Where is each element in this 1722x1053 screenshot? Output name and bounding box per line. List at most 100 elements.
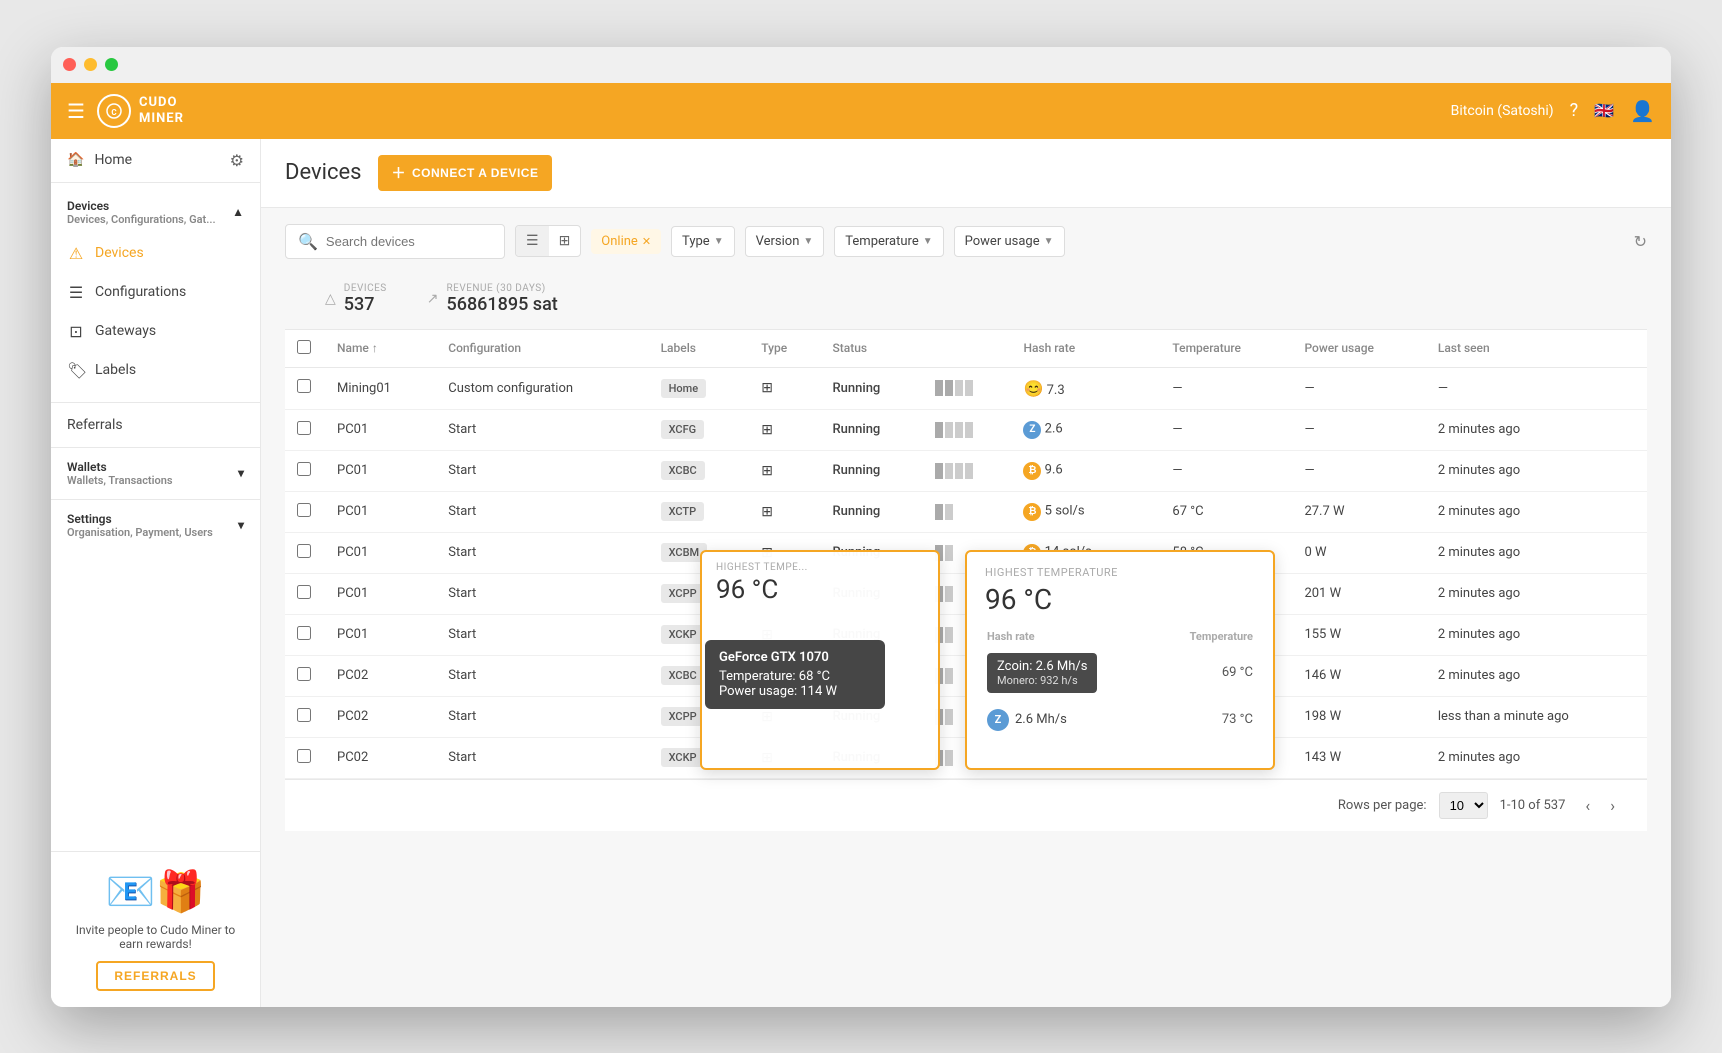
title-bar (51, 47, 1671, 83)
device-name: PC01 (325, 450, 436, 491)
hashrate-header[interactable]: Hash rate (1011, 330, 1160, 368)
power-filter-arrow: ▼ (1044, 236, 1054, 247)
temperature-filter[interactable]: Temperature ▼ (834, 226, 943, 257)
os-icon: ⊞ (761, 380, 773, 396)
hash-col-header: Hash rate (987, 630, 1155, 647)
logo-icon: C (97, 94, 131, 128)
device-power: — (1292, 450, 1425, 491)
table-row: PC01 Start XCBC ⊞ Running ₿ 9.6 — — 2 (285, 450, 1647, 491)
device-config: Start (436, 491, 648, 532)
row-checkbox[interactable] (297, 462, 311, 476)
hot-box-right: HIGHEST TEMPERATURE 96 °C Hash rate Temp… (965, 550, 1275, 770)
device-hashrate: ₿ 9.6 (1011, 450, 1160, 491)
power-header[interactable]: Power usage (1292, 330, 1425, 368)
device-lastseen: 2 minutes ago (1426, 450, 1647, 491)
devices-stat: △ DEVICES 537 (325, 283, 387, 315)
devices-stat-label: DEVICES (344, 283, 387, 294)
table-row: Mining01 Custom configuration Home ⊞ Run… (285, 367, 1647, 409)
row-checkbox[interactable] (297, 421, 311, 435)
sidebar-item-gateways[interactable]: ⊡ Gateways (51, 312, 260, 351)
type-filter[interactable]: Type ▼ (671, 226, 735, 257)
temperature-header[interactable]: Temperature (1160, 330, 1292, 368)
settings-icon[interactable]: ⚙ (230, 151, 244, 170)
user-icon[interactable]: 👤 (1630, 99, 1655, 123)
close-btn[interactable] (63, 58, 76, 71)
settings-header[interactable]: Settings Organisation, Payment, Users ▾ (51, 504, 260, 547)
device-config: Start (436, 614, 648, 655)
labels-icon: 🏷 (67, 361, 85, 380)
logo-text: CUDOMINER (139, 95, 184, 126)
row-checkbox[interactable] (297, 379, 311, 393)
divider1 (51, 402, 260, 403)
labels-header[interactable]: Labels (649, 330, 750, 368)
row-checkbox[interactable] (297, 708, 311, 722)
connect-device-button[interactable]: ＋ CONNECT A DEVICE (378, 155, 553, 191)
device-config: Start (436, 532, 648, 573)
next-page-button[interactable]: › (1602, 792, 1623, 819)
hamburger-icon[interactable]: ☰ (67, 99, 85, 123)
search-input[interactable] (326, 234, 492, 249)
os-icon: ⊞ (761, 504, 773, 520)
temp-col-header: Temperature (1157, 630, 1253, 647)
table-header-row: Name ↑ Configuration Labels Type Status … (285, 330, 1647, 368)
list-view-button[interactable]: ☰ (516, 226, 549, 256)
device-power: 146 W (1292, 655, 1425, 696)
row-checkbox[interactable] (297, 503, 311, 517)
tooltip-title: GeForce GTX 1070 (719, 650, 871, 665)
device-status: Running (821, 367, 923, 409)
gpu-header (923, 330, 1011, 368)
device-label-badge: XCPP (661, 584, 705, 603)
sidebar-item-devices[interactable]: ⚠ Devices (51, 234, 260, 273)
row-checkbox[interactable] (297, 667, 311, 681)
row-checkbox[interactable] (297, 544, 311, 558)
referral-text: Invite people to Cudo Miner to earn rewa… (67, 923, 244, 951)
wallets-label: Wallets (67, 460, 173, 474)
device-label-badge: XCTP (661, 502, 705, 521)
rows-per-page-select[interactable]: 10 25 50 (1439, 792, 1488, 819)
device-lastseen: — (1426, 367, 1647, 409)
device-temp: — (1160, 367, 1292, 409)
maximize-btn[interactable] (105, 58, 118, 71)
device-power: 143 W (1292, 737, 1425, 778)
gateways-icon: ⊡ (67, 322, 85, 341)
type-header[interactable]: Type (749, 330, 820, 368)
name-header[interactable]: Name ↑ (325, 330, 436, 368)
hotbox-row2: Z 2.6 Mh/s 73 °C (987, 699, 1253, 741)
minimize-btn[interactable] (84, 58, 97, 71)
configurations-icon: ☰ (67, 283, 85, 302)
row-checkbox[interactable] (297, 585, 311, 599)
language-icon[interactable]: 🇬🇧 (1594, 101, 1614, 120)
select-all-header[interactable] (285, 330, 325, 368)
devices-group-header[interactable]: Devices Devices, Configurations, Gat... … (51, 191, 260, 234)
referrals-button[interactable]: REFERRALS (96, 961, 214, 991)
device-hashrate: ₿ 5 sol/s (1011, 491, 1160, 532)
collapse-icon[interactable]: ▲ (232, 205, 244, 219)
prev-page-button[interactable]: ‹ (1577, 792, 1598, 819)
version-filter[interactable]: Version ▼ (745, 226, 825, 257)
device-lastseen: 2 minutes ago (1426, 409, 1647, 450)
sidebar-item-referrals[interactable]: Referrals (51, 407, 260, 443)
device-power: 27.7 W (1292, 491, 1425, 532)
sidebar-item-configurations[interactable]: ☰ Configurations (51, 273, 260, 312)
device-label-badge: XCFG (661, 420, 705, 439)
remove-online-filter[interactable]: ✕ (642, 235, 651, 248)
online-filter[interactable]: Online ✕ (591, 229, 661, 254)
connect-btn-label: CONNECT A DEVICE (412, 166, 538, 180)
device-label-badge: XCBC (661, 461, 705, 480)
refresh-button[interactable]: ↻ (1634, 232, 1647, 251)
configuration-header[interactable]: Configuration (436, 330, 648, 368)
row-checkbox[interactable] (297, 749, 311, 763)
lastseen-header[interactable]: Last seen (1426, 330, 1647, 368)
top-nav: ☰ C CUDOMINER Bitcoin (Satoshi) ? 🇬🇧 👤 (51, 83, 1671, 139)
row-checkbox[interactable] (297, 626, 311, 640)
power-filter[interactable]: Power usage ▼ (954, 226, 1065, 257)
wallets-header[interactable]: Wallets Wallets, Transactions ▾ (51, 452, 260, 495)
help-icon[interactable]: ? (1570, 100, 1579, 121)
search-box[interactable]: 🔍 (285, 224, 505, 259)
status-header[interactable]: Status (821, 330, 923, 368)
revenue-stat-value: 56861895 sat (446, 294, 557, 315)
device-label-badge: XCKP (661, 748, 705, 767)
sidebar-item-labels[interactable]: 🏷 Labels (51, 351, 260, 390)
sidebar-home[interactable]: 🏠 Home ⚙ (51, 139, 260, 183)
grid-view-button[interactable]: ⊞ (549, 226, 581, 256)
